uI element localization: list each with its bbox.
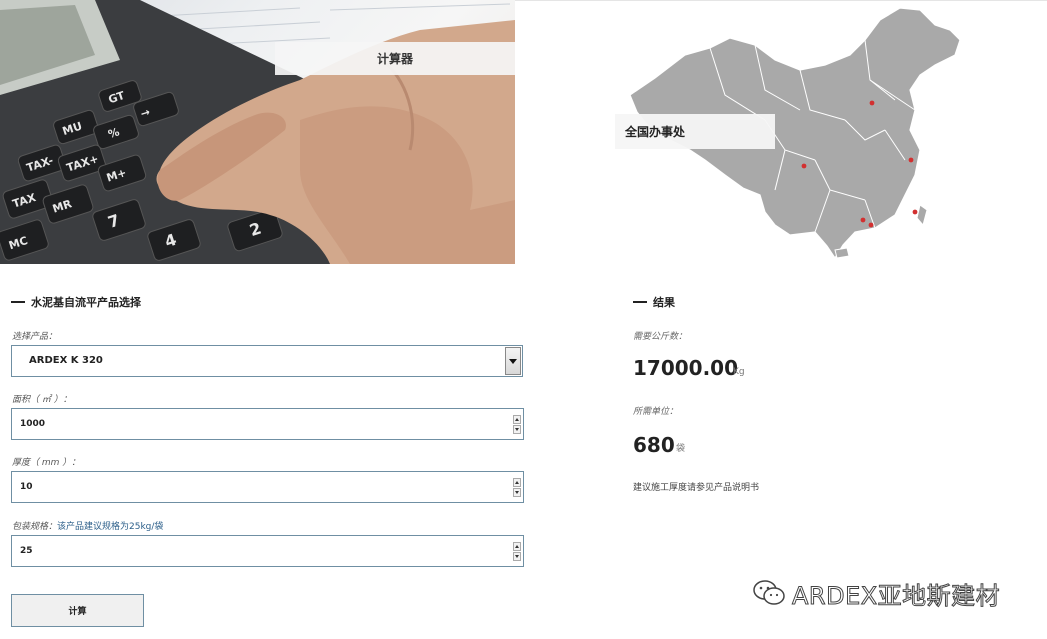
calculator-title: 计算器 [275,42,515,75]
calculator-illustration: GT MU % → TAX- TAX+ M+ TAX MR 7 MC 4 6 −… [0,0,515,264]
calculator-photo: GT MU % → TAX- TAX+ M+ TAX MR 7 MC 4 6 −… [0,0,515,264]
stepper-up-icon[interactable] [513,478,521,487]
product-section-title-text: 水泥基自流平产品选择 [31,296,141,309]
title-dash [11,301,25,303]
bags-value: 680 [633,433,675,457]
package-help-text: 该产品建议规格为25kg/袋 [57,522,164,532]
package-input-value: 25 [20,546,33,556]
stepper-up-icon[interactable] [513,542,521,551]
package-label-text: 包装规格： [12,522,58,532]
stepper-up-icon[interactable] [513,415,521,424]
bags-label: 所需单位： [633,407,679,417]
dropdown-arrow-icon[interactable] [505,347,521,375]
product-select-value: ARDEX K 320 [29,355,103,366]
calculate-button[interactable]: 计算 [11,594,144,627]
package-stepper[interactable] [513,542,521,561]
results-section-title: 结果 [633,294,675,310]
thickness-stepper[interactable] [513,478,521,497]
stepper-down-icon[interactable] [513,488,521,497]
thickness-note: 建议施工厚度请参见产品说明书 [633,483,760,493]
stepper-down-icon[interactable] [513,552,521,561]
package-input[interactable]: 25 [11,535,524,567]
product-label: 选择产品： [12,332,58,342]
title-dash [633,301,647,303]
area-label: 面积（ ㎡ ）： [12,395,72,405]
offices-title: 全国办事处 [615,114,775,149]
area-stepper[interactable] [513,415,521,434]
bags-unit: 袋 [676,444,686,454]
kg-value: 17000.00 [633,356,739,380]
thickness-input[interactable]: 10 [11,471,524,503]
kg-unit: Kg [733,367,745,377]
stepper-down-icon[interactable] [513,425,521,434]
product-section-title: 水泥基自流平产品选择 [11,294,141,310]
area-input-value: 1000 [20,419,46,429]
product-select[interactable]: ARDEX K 320 [11,345,523,377]
area-input[interactable]: 1000 [11,408,524,440]
wechat-icon [753,580,785,605]
thickness-input-value: 10 [20,482,33,492]
wechat-watermark: ARDEX亚地斯建材 [752,576,1000,610]
results-section-title-text: 结果 [653,296,675,309]
kg-label: 需要公斤数： [633,332,688,342]
thickness-label: 厚度（ mm ）： [12,458,81,468]
watermark-text: ARDEX亚地斯建材 [791,581,1001,610]
package-label: 包装规格：该产品建议规格为25kg/袋 [12,519,163,532]
